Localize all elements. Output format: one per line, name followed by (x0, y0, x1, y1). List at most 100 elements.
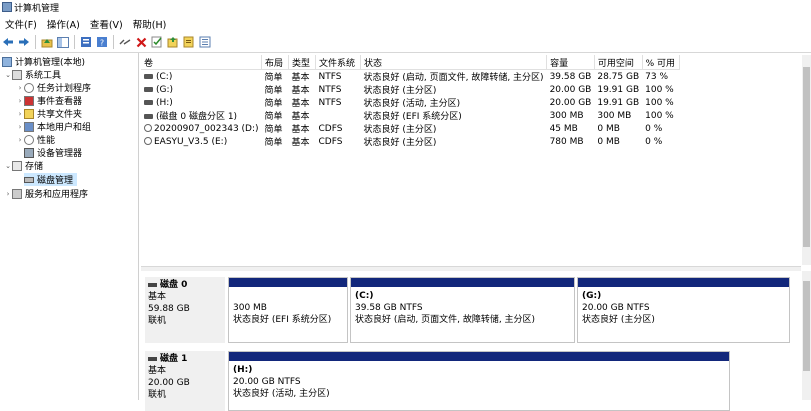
tree-item-device-manager[interactable]: 设备管理器 (24, 146, 82, 159)
toolbar-separator (35, 35, 36, 49)
column-header-free-space[interactable]: 可用空间 (594, 55, 643, 70)
disk-view-scrollbar[interactable] (802, 271, 811, 400)
column-header-capacity[interactable]: 容量 (546, 55, 595, 70)
column-header-layout[interactable]: 布局 (261, 55, 290, 70)
volume-list: 卷 布局 类型 文件系统 状态 容量 可用空间 % 可用 (C:) 简单 基本 … (141, 55, 801, 265)
chevron-right-icon[interactable]: › (16, 136, 24, 144)
import-icon[interactable] (182, 35, 196, 49)
help-icon[interactable]: ? (95, 35, 109, 49)
svg-text:?: ? (100, 39, 104, 48)
column-header-type[interactable]: 类型 (288, 55, 317, 70)
partition-g[interactable]: (G:) 20.00 GB NTFS 状态良好 (主分区) (577, 277, 790, 343)
tree-item-local-users[interactable]: › 本地用户和组 (16, 120, 91, 133)
scrollbar-thumb[interactable] (803, 67, 810, 247)
connect-icon[interactable] (118, 35, 132, 49)
menu-help[interactable]: 帮助(H) (128, 17, 172, 31)
type-cell: 基本 (291, 99, 310, 109)
tree-item-performance[interactable]: › 性能 (16, 133, 55, 146)
column-header-filesystem[interactable]: 文件系统 (315, 55, 362, 70)
free-space-cell: 0 MB (597, 123, 620, 134)
volume-name: (G:) (156, 84, 174, 95)
capacity-cell: 300 MB (549, 110, 584, 121)
volume-name-cell: (G:) (141, 83, 262, 96)
table-row[interactable]: (磁盘 0 磁盘分区 1) 简单 基本 状态良好 (EFI 系统分区) 300 … (141, 109, 679, 122)
table-row[interactable]: (H:) 简单 基本 NTFS 状态良好 (活动, 主分区) 20.00 GB … (141, 96, 679, 109)
partition-size: 300 MB (233, 303, 267, 313)
menu-view[interactable]: 查看(V) (85, 17, 128, 31)
status-cell: 状态良好 (主分区) (363, 138, 437, 148)
tree-label-task-scheduler: 任务计划程序 (37, 84, 92, 94)
disk-state: 联机 (148, 390, 167, 400)
free-space-cell: 28.75 GB (597, 71, 640, 82)
tree-root[interactable]: 计算机管理(本地) (2, 55, 85, 68)
menu-file[interactable]: 文件(F) (0, 17, 42, 31)
tree-label-storage: 存储 (25, 162, 44, 172)
performance-icon (24, 134, 34, 145)
drive-icon (144, 114, 153, 119)
list-icon[interactable] (198, 35, 212, 49)
layout-cell: 简单 (264, 138, 283, 148)
partition-status: 状态良好 (启动, 页面文件, 故障转储, 主分区) (355, 315, 536, 325)
tree-label-root: 计算机管理(本地) (15, 58, 86, 68)
layout-cell: 简单 (264, 86, 283, 96)
disk-type: 基本 (148, 292, 167, 302)
tree-item-disk-management[interactable]: 磁盘管理 (24, 173, 78, 186)
event-viewer-icon (24, 95, 34, 106)
tree-item-services[interactable]: › 服务和应用程序 (4, 187, 88, 200)
scrollbar-thumb[interactable] (803, 281, 810, 371)
chevron-down-icon[interactable]: ⌄ (4, 162, 12, 170)
chevron-right-icon[interactable]: › (16, 123, 24, 131)
table-row[interactable]: 20200907_002343 (D:) 简单 基本 CDFS 状态良好 (主分… (141, 122, 679, 135)
table-row[interactable]: EASYU_V3.5 (E:) 简单 基本 CDFS 状态良好 (主分区) 78… (141, 135, 679, 148)
tree-item-shared-folders[interactable]: › 共享文件夹 (16, 107, 82, 120)
forward-arrow-icon[interactable] (17, 35, 31, 49)
column-header-volume[interactable]: 卷 (141, 55, 263, 70)
partition-status: 状态良好 (主分区) (582, 315, 655, 325)
tree-item-event-viewer[interactable]: › 事件查看器 (16, 94, 82, 107)
status-cell: 状态良好 (启动, 页面文件, 故障转储, 主分区) (363, 73, 544, 83)
tree-item-system-tools[interactable]: ⌄ 系统工具 (4, 68, 61, 81)
layout-cell: 简单 (264, 125, 283, 135)
layout-cell: 简单 (264, 99, 283, 109)
partition-efi[interactable]: 300 MB 状态良好 (EFI 系统分区) (228, 277, 348, 343)
partition-h[interactable]: (H:) 20.00 GB NTFS 状态良好 (活动, 主分区) (228, 351, 730, 411)
chevron-right-icon[interactable]: › (16, 84, 24, 92)
column-header-status[interactable]: 状态 (360, 55, 548, 70)
tree-item-storage[interactable]: ⌄ 存储 (4, 159, 43, 172)
free-space-cell: 300 MB (597, 110, 632, 121)
column-header-percent-free[interactable]: % 可用 (642, 55, 680, 70)
chevron-down-icon[interactable]: ⌄ (4, 71, 12, 79)
tree-label-performance: 性能 (37, 136, 56, 146)
delete-icon[interactable] (134, 35, 148, 49)
filesystem-cell: CDFS (318, 136, 343, 147)
volume-name: (C:) (156, 71, 173, 82)
filesystem-cell: NTFS (318, 84, 342, 95)
table-row[interactable]: (C:) 简单 基本 NTFS 状态良好 (启动, 页面文件, 故障转储, 主分… (141, 70, 679, 83)
console-tree-icon[interactable] (56, 35, 70, 49)
back-arrow-icon[interactable] (1, 35, 15, 49)
title-bar: 计算机管理 (0, 0, 811, 14)
menu-action[interactable]: 操作(A) (42, 17, 85, 31)
disk-info[interactable]: 磁盘 0 基本 59.88 GB 联机 (145, 277, 225, 343)
free-space-cell: 19.91 GB (597, 84, 640, 95)
chevron-right-icon[interactable]: › (16, 97, 24, 105)
partition-c[interactable]: (C:) 39.58 GB NTFS 状态良好 (启动, 页面文件, 故障转储,… (350, 277, 575, 343)
up-folder-icon[interactable] (40, 35, 54, 49)
properties-icon[interactable] (79, 35, 93, 49)
capacity-cell: 20.00 GB (549, 84, 592, 95)
volume-list-scrollbar[interactable] (802, 55, 811, 265)
filesystem-cell: NTFS (318, 71, 342, 82)
disk-size: 59.88 GB (148, 304, 190, 314)
table-row[interactable]: (G:) 简单 基本 NTFS 状态良好 (主分区) 20.00 GB 19.9… (141, 83, 679, 96)
disk-info[interactable]: 磁盘 1 基本 20.00 GB 联机 (145, 351, 225, 411)
chevron-right-icon[interactable]: › (4, 190, 12, 198)
export-icon[interactable] (166, 35, 180, 49)
chevron-right-icon[interactable]: › (16, 110, 24, 118)
check-icon[interactable] (150, 35, 164, 49)
tree-item-task-scheduler[interactable]: › 任务计划程序 (16, 81, 91, 94)
volume-name-cell: (磁盘 0 磁盘分区 1) (141, 109, 262, 122)
percent-free-cell: 0 % (645, 136, 663, 147)
percent-free-cell: 0 % (645, 123, 663, 134)
volume-name: (磁盘 0 磁盘分区 1) (156, 112, 238, 122)
computer-icon (2, 56, 12, 67)
